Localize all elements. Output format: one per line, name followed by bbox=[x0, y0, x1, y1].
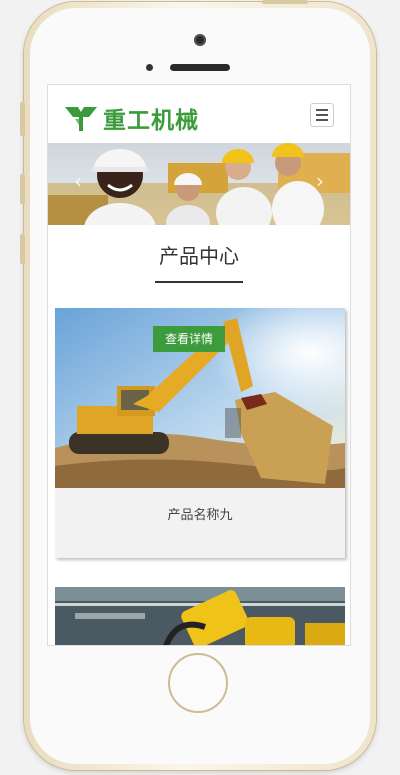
mobile-screen: 重工机械 ‹ › 产品中心 产品名称九 查看详情 bbox=[47, 84, 351, 646]
product-card[interactable] bbox=[55, 587, 345, 646]
proximity-sensor bbox=[146, 64, 153, 71]
product-image[interactable] bbox=[55, 587, 345, 646]
banner-image bbox=[48, 143, 350, 225]
logo-text: 重工机械 bbox=[103, 108, 199, 134]
earpiece-speaker bbox=[170, 64, 230, 71]
hero-banner[interactable]: ‹ › bbox=[48, 143, 350, 225]
product-name[interactable]: 产品名称九 bbox=[55, 504, 345, 523]
home-button[interactable] bbox=[168, 653, 228, 713]
chevron-right-icon[interactable]: › bbox=[316, 171, 324, 191]
chevron-left-icon[interactable]: ‹ bbox=[74, 171, 82, 191]
logo-icon bbox=[65, 107, 97, 131]
hamburger-menu-icon bbox=[316, 109, 328, 111]
mute-switch bbox=[20, 102, 25, 136]
front-camera bbox=[194, 34, 206, 46]
site-logo[interactable]: 重工机械 bbox=[63, 101, 199, 135]
volume-down-button bbox=[20, 234, 25, 264]
title-underline bbox=[155, 281, 243, 283]
power-button bbox=[262, 0, 308, 4]
menu-button[interactable] bbox=[310, 103, 334, 127]
site-header: 重工机械 bbox=[48, 85, 350, 143]
view-details-button[interactable]: 查看详情 bbox=[153, 326, 225, 352]
volume-up-button bbox=[20, 174, 25, 204]
section-title: 产品中心 bbox=[159, 244, 239, 268]
